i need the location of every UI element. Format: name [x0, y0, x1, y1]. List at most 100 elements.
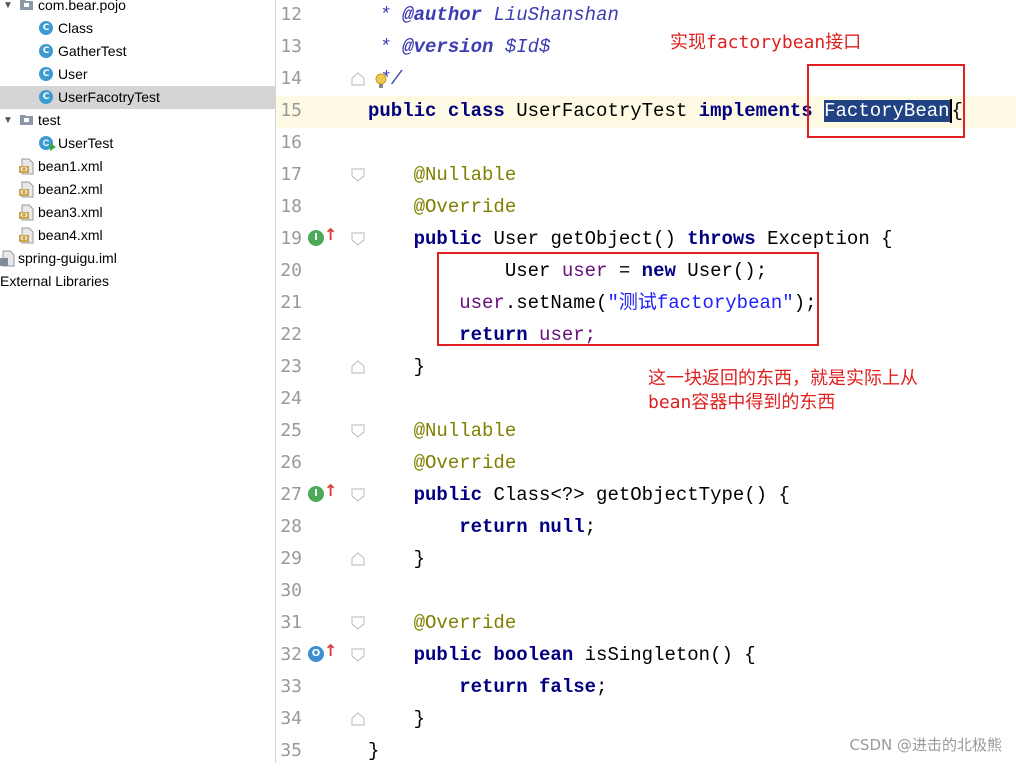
- tree-item-label: spring-guigu.iml: [18, 250, 117, 266]
- annotation-highlight-box: [437, 252, 819, 346]
- line-number: 29: [280, 548, 302, 569]
- tree-item-bean4-xml[interactable]: bean4.xml: [0, 224, 275, 247]
- line-number: 23: [280, 356, 302, 377]
- fold-start-icon[interactable]: [351, 648, 365, 662]
- fold-end-icon[interactable]: [351, 712, 365, 726]
- tree-item-bean3-xml[interactable]: bean3.xml: [0, 201, 275, 224]
- tree-item-label: External Libraries: [0, 273, 109, 289]
- tree-item-label: bean4.xml: [38, 227, 103, 243]
- fold-start-icon[interactable]: [351, 424, 365, 438]
- tree-item-label: bean2.xml: [38, 181, 103, 197]
- line-number: 22: [280, 324, 302, 345]
- fold-start-icon[interactable]: [351, 168, 365, 182]
- code-line-27: public Class<?> getObjectType() {: [413, 484, 790, 506]
- line-number: 33: [280, 676, 302, 697]
- chevron-down-icon[interactable]: ▼: [3, 109, 13, 132]
- code-line-17: @Nullable: [413, 164, 517, 186]
- line-number: 21: [280, 292, 302, 313]
- tree-item-com-bear-pojo[interactable]: ▼ com.bear.pojo: [0, 0, 275, 17]
- code-line-34: }: [413, 708, 426, 730]
- fold-start-icon[interactable]: [351, 616, 365, 630]
- class-icon: C: [39, 21, 53, 35]
- tree-item-class[interactable]: C Class: [0, 17, 275, 40]
- line-number: 17: [280, 164, 302, 185]
- line-number: 24: [280, 388, 302, 409]
- annotation-note: 这一块返回的东西，就是实际上从: [648, 368, 918, 389]
- go-to-super-arrow-icon[interactable]: ↑: [324, 483, 337, 503]
- tree-item-spring-guigu-iml[interactable]: spring-guigu.iml: [0, 247, 275, 270]
- editor-gutter: 12 13 14 15 16 17 18 19 20 21 22 23 24 2…: [276, 0, 368, 763]
- tree-item-bean2-xml[interactable]: bean2.xml: [0, 178, 275, 201]
- fold-end-icon[interactable]: [351, 360, 365, 374]
- tree-item-label: UserFacotryTest: [58, 89, 160, 105]
- module-file-icon: [0, 250, 15, 267]
- go-to-super-arrow-icon[interactable]: ↑: [324, 227, 337, 247]
- fold-start-icon[interactable]: [351, 232, 365, 246]
- tree-item-label: Class: [58, 20, 94, 36]
- go-to-super-arrow-icon[interactable]: ↑: [324, 643, 337, 663]
- code-line-12: * @author LiuShanshan: [379, 4, 619, 26]
- code-line-32: public boolean isSingleton() {: [413, 644, 756, 666]
- tree-item-label: bean1.xml: [38, 158, 103, 174]
- xml-file-icon: [19, 227, 34, 244]
- line-number: 34: [280, 708, 302, 729]
- code-line-18: @Override: [413, 196, 517, 218]
- watermark: CSDN @进击的北极熊: [849, 736, 1002, 754]
- xml-file-icon: [19, 204, 34, 221]
- package-folder-icon: [20, 115, 33, 125]
- line-number: 35: [280, 740, 302, 761]
- overrides-method-icon[interactable]: O: [308, 646, 324, 662]
- line-number: 27: [280, 484, 302, 505]
- tree-item-usertest[interactable]: C UserTest: [0, 132, 275, 155]
- tree-item-label: User: [58, 66, 88, 82]
- code-line-28: return null;: [459, 516, 597, 538]
- annotation-note: 实现factorybean接口: [670, 32, 862, 53]
- line-number: 20: [280, 260, 302, 281]
- tree-item-label: test: [38, 112, 61, 128]
- lightbulb-icon[interactable]: [374, 71, 388, 93]
- line-number: 14: [280, 68, 302, 89]
- line-number: 13: [280, 36, 302, 57]
- fold-end-icon[interactable]: [351, 72, 365, 86]
- line-number: 30: [280, 580, 302, 601]
- code-line-31: @Override: [413, 612, 517, 634]
- xml-file-icon: [19, 181, 34, 198]
- code-line-25: @Nullable: [413, 420, 517, 442]
- line-number: 15: [276, 96, 368, 128]
- line-number: 31: [280, 612, 302, 633]
- annotation-note: bean容器中得到的东西: [648, 392, 836, 413]
- tree-item-userfacotrytest[interactable]: C UserFacotryTest: [0, 86, 275, 109]
- fold-end-icon[interactable]: [351, 552, 365, 566]
- tree-item-label: UserTest: [58, 135, 114, 151]
- class-icon: C: [39, 90, 53, 104]
- class-icon: C: [39, 67, 53, 81]
- line-number: 32: [280, 644, 302, 665]
- tree-item-label: bean3.xml: [38, 204, 103, 220]
- line-number: 28: [280, 516, 302, 537]
- tree-item-label: GatherTest: [58, 43, 127, 59]
- line-number: 12: [280, 4, 302, 25]
- tree-item-external-libraries[interactable]: External Libraries: [0, 270, 275, 293]
- line-number: 26: [280, 452, 302, 473]
- implements-method-icon[interactable]: I: [308, 486, 324, 502]
- tree-item-gathertest[interactable]: C GatherTest: [0, 40, 275, 63]
- line-number: 19: [280, 228, 302, 249]
- chevron-down-icon[interactable]: ▼: [3, 0, 13, 17]
- annotation-highlight-box: [807, 64, 965, 138]
- project-tree-panel: ▼ com.bear.pojo C Class C GatherTest C U…: [0, 0, 276, 763]
- line-number: 25: [280, 420, 302, 441]
- tree-item-label: com.bear.pojo: [38, 0, 126, 13]
- xml-file-icon: [19, 158, 34, 175]
- line-number: 18: [280, 196, 302, 217]
- code-line-29: }: [413, 548, 426, 570]
- code-line-26: @Override: [413, 452, 517, 474]
- package-folder-icon: [20, 0, 33, 10]
- line-number: 16: [280, 132, 302, 153]
- class-icon: C: [39, 44, 53, 58]
- implements-method-icon[interactable]: I: [308, 230, 324, 246]
- tree-item-user[interactable]: C User: [0, 63, 275, 86]
- tree-item-test[interactable]: ▼ test: [0, 109, 275, 132]
- tree-item-bean1-xml[interactable]: bean1.xml: [0, 155, 275, 178]
- test-class-icon: C: [39, 136, 56, 151]
- fold-start-icon[interactable]: [351, 488, 365, 502]
